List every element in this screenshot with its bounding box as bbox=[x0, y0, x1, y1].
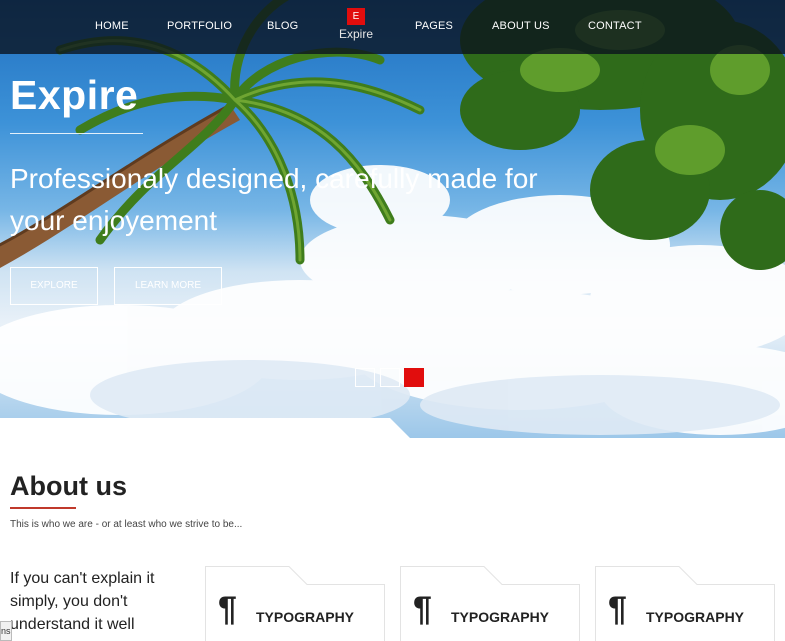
card-label: TYPOGRAPHY bbox=[451, 609, 550, 625]
feature-card-typography-3[interactable]: ¶ TYPOGRAPHY bbox=[595, 566, 775, 641]
about-title-underline bbox=[10, 507, 76, 509]
nav-pages[interactable]: PAGES bbox=[415, 20, 453, 32]
top-navigation: HOME PORTFOLIO BLOG E Expire PAGES ABOUT… bbox=[0, 0, 785, 54]
nav-blog[interactable]: BLOG bbox=[267, 20, 298, 32]
nav-portfolio[interactable]: PORTFOLIO bbox=[167, 20, 232, 32]
slider-dot-1[interactable] bbox=[355, 368, 375, 387]
edge-tab[interactable]: ns bbox=[0, 621, 12, 641]
logo-mark: E bbox=[347, 8, 365, 25]
learn-more-button[interactable]: LEARN MORE bbox=[114, 267, 222, 305]
pilcrow-icon: ¶ bbox=[413, 590, 432, 628]
slider-dot-3-active[interactable] bbox=[404, 368, 424, 387]
site-logo[interactable]: E Expire bbox=[336, 8, 376, 41]
pilcrow-icon: ¶ bbox=[218, 590, 237, 628]
hero-bottom-edge bbox=[0, 418, 410, 438]
card-label: TYPOGRAPHY bbox=[646, 609, 745, 625]
nav-contact[interactable]: CONTACT bbox=[588, 20, 642, 32]
card-label: TYPOGRAPHY bbox=[256, 609, 355, 625]
hero-title: Expire bbox=[10, 72, 139, 118]
logo-text: Expire bbox=[338, 27, 373, 41]
explore-button[interactable]: EXPLORE bbox=[10, 267, 98, 305]
about-title: About us bbox=[10, 471, 127, 501]
feature-card-typography-1[interactable]: ¶ TYPOGRAPHY bbox=[205, 566, 385, 641]
about-quote: If you can't explain it simply, you don'… bbox=[10, 570, 155, 633]
feature-card-typography-2[interactable]: ¶ TYPOGRAPHY bbox=[400, 566, 580, 641]
slider-dot-2[interactable] bbox=[380, 368, 400, 387]
nav-about-us[interactable]: ABOUT US bbox=[492, 20, 550, 32]
hero-subtitle: Professionaly designed, carefully made f… bbox=[10, 163, 538, 236]
about-tagline: This is who we are - or at least who we … bbox=[10, 519, 243, 530]
pilcrow-icon: ¶ bbox=[608, 590, 627, 628]
hero-title-divider bbox=[10, 133, 143, 134]
nav-home[interactable]: HOME bbox=[95, 20, 129, 32]
